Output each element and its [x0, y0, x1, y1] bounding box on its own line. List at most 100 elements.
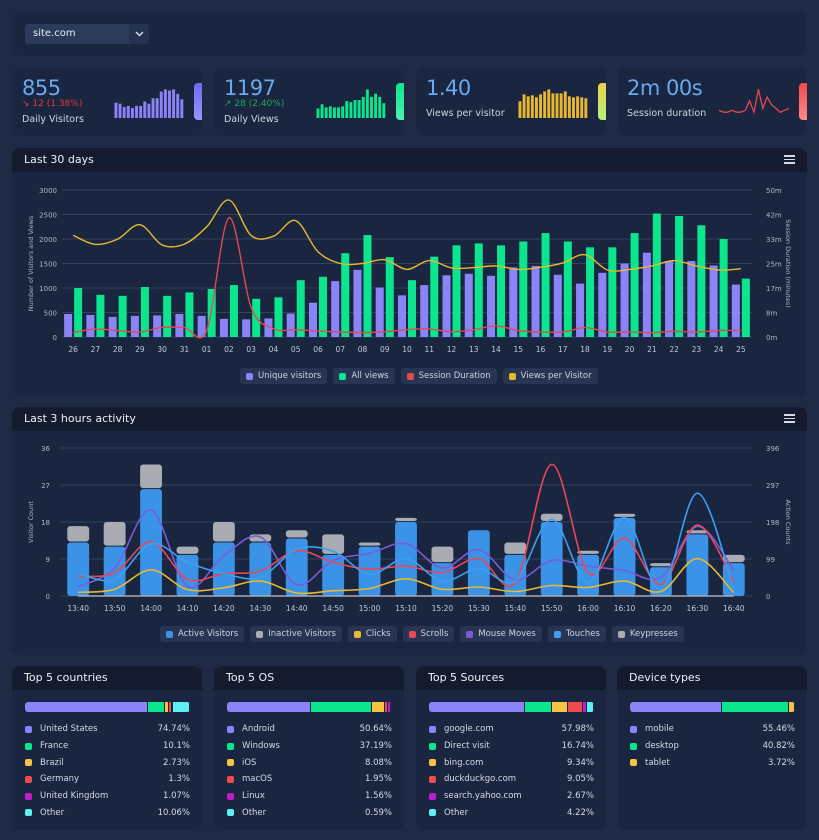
stacked-segment-france[interactable] [148, 702, 165, 712]
bar-unique-visitors[interactable] [509, 267, 518, 337]
bar-unique-visitors[interactable] [487, 275, 496, 337]
chevron-down-icon[interactable] [129, 24, 149, 44]
bar-unique-visitors[interactable] [709, 265, 718, 337]
bar-all-views[interactable] [96, 294, 105, 337]
legend-item-scrolls[interactable]: Scrolls [402, 626, 455, 642]
bar-all-views[interactable] [408, 280, 417, 337]
legend-item-mouse-moves[interactable]: Mouse Moves [460, 626, 542, 642]
bar-all-views[interactable] [452, 245, 461, 337]
stacked-segment-bing-com[interactable] [552, 702, 568, 712]
bar-all-views[interactable] [563, 241, 572, 337]
bar-unique-visitors[interactable] [531, 265, 540, 337]
site-select[interactable]: site.com [25, 24, 149, 44]
bar-inactive-visitors[interactable] [67, 526, 90, 542]
legend-item-unique-visitors[interactable]: Unique visitors [240, 368, 328, 384]
bar-unique-visitors[interactable] [642, 252, 651, 337]
stacked-segment-google-com[interactable] [429, 702, 525, 712]
bar-unique-visitors[interactable] [687, 261, 696, 337]
bar-unique-visitors[interactable] [153, 315, 162, 337]
bar-all-views[interactable] [630, 233, 639, 337]
legend-item-inactive-visitors[interactable]: Inactive Visitors [250, 626, 342, 642]
bar-all-views[interactable] [74, 288, 83, 337]
stacked-segment-tablet[interactable] [788, 702, 795, 712]
line-session-duration[interactable] [73, 217, 741, 339]
bar-all-views[interactable] [385, 257, 394, 337]
bar-unique-visitors[interactable] [553, 274, 562, 337]
bar-active-visitors[interactable] [67, 542, 90, 596]
bar-all-views[interactable] [652, 213, 661, 337]
bar-unique-visitors[interactable] [665, 261, 674, 337]
bar-all-views[interactable] [207, 288, 216, 337]
stacked-segment-other[interactable] [391, 702, 392, 712]
bar-inactive-visitors[interactable] [395, 517, 417, 521]
legend-item-touches[interactable]: Touches [547, 626, 606, 642]
bar-unique-visitors[interactable] [130, 315, 139, 337]
bar-all-views[interactable] [229, 285, 238, 337]
bar-unique-visitors[interactable] [64, 313, 73, 337]
bar-all-views[interactable] [497, 245, 506, 337]
bar-unique-visitors[interactable] [442, 275, 451, 337]
bar-unique-visitors[interactable] [175, 313, 184, 337]
stacked-segment-mobile[interactable] [630, 702, 722, 712]
bar-all-views[interactable] [741, 278, 750, 337]
bar-unique-visitors[interactable] [464, 273, 473, 337]
bar-all-views[interactable] [296, 280, 305, 337]
bar-inactive-visitors[interactable] [103, 522, 126, 546]
legend-item-all-views[interactable]: All views [333, 368, 395, 384]
bar-inactive-visitors[interactable] [176, 546, 199, 554]
line-views-per-visitor[interactable] [72, 199, 741, 272]
bar-inactive-visitors[interactable] [212, 522, 235, 542]
stacked-segment-duckduckgo-com[interactable] [567, 702, 583, 712]
bar-unique-visitors[interactable] [219, 318, 228, 337]
legend-item-active-visitors[interactable]: Active Visitors [160, 626, 245, 642]
bar-unique-visitors[interactable] [308, 302, 317, 337]
stacked-segment-other[interactable] [586, 702, 594, 712]
bar-unique-visitors[interactable] [331, 281, 340, 337]
bar-inactive-visitors[interactable] [613, 513, 636, 517]
bar-all-views[interactable] [163, 295, 172, 337]
stacked-segment-android[interactable] [227, 702, 311, 712]
bar-unique-visitors[interactable] [731, 284, 740, 337]
bar-inactive-visitors[interactable] [358, 542, 381, 546]
bar-all-views[interactable] [719, 239, 728, 337]
bar-all-views[interactable] [586, 247, 595, 337]
bar-inactive-visitors[interactable] [249, 534, 272, 542]
bar-all-views[interactable] [519, 241, 528, 337]
bar-unique-visitors[interactable] [353, 269, 362, 337]
bar-unique-visitors[interactable] [620, 263, 629, 338]
hamburger-menu-icon[interactable] [784, 155, 795, 164]
bar-active-visitors[interactable] [613, 517, 636, 596]
bar-unique-visitors[interactable] [286, 313, 295, 337]
legend-item-keypresses[interactable]: Keypresses [611, 626, 684, 642]
bar-active-visitors[interactable] [686, 534, 709, 596]
bar-unique-visitors[interactable] [242, 319, 251, 337]
bar-unique-visitors[interactable] [598, 272, 607, 337]
stacked-segment-united-states[interactable] [25, 702, 149, 712]
bar-all-views[interactable] [541, 233, 550, 337]
bar-all-views[interactable] [474, 243, 483, 337]
bar-all-views[interactable] [608, 247, 617, 337]
bar-inactive-visitors[interactable] [650, 563, 672, 567]
bar-all-views[interactable] [140, 287, 149, 337]
stacked-segment-desktop[interactable] [721, 702, 789, 712]
bar-all-views[interactable] [697, 225, 706, 337]
bar-inactive-visitors[interactable] [504, 542, 527, 554]
hamburger-menu-icon[interactable] [784, 414, 795, 423]
bar-inactive-visitors[interactable] [431, 546, 454, 563]
stacked-segment-direct-visit[interactable] [524, 702, 553, 712]
stacked-segment-ios[interactable] [371, 702, 386, 712]
stacked-segment-windows[interactable] [310, 702, 372, 712]
bar-all-views[interactable] [430, 256, 439, 337]
legend-item-session-duration[interactable]: Session Duration [400, 368, 497, 384]
legend-item-clicks[interactable]: Clicks [347, 626, 397, 642]
bar-inactive-visitors[interactable] [140, 464, 162, 489]
bar-active-visitors[interactable] [249, 542, 272, 596]
bar-all-views[interactable] [363, 235, 372, 337]
legend-item-views-per-visitor[interactable]: Views per Visitor [502, 368, 598, 384]
bar-unique-visitors[interactable] [86, 314, 95, 337]
bar-all-views[interactable] [318, 276, 327, 337]
bar-unique-visitors[interactable] [375, 287, 384, 337]
stacked-segment-other[interactable] [173, 702, 190, 712]
bar-all-views[interactable] [675, 215, 684, 337]
bar-unique-visitors[interactable] [108, 316, 117, 337]
